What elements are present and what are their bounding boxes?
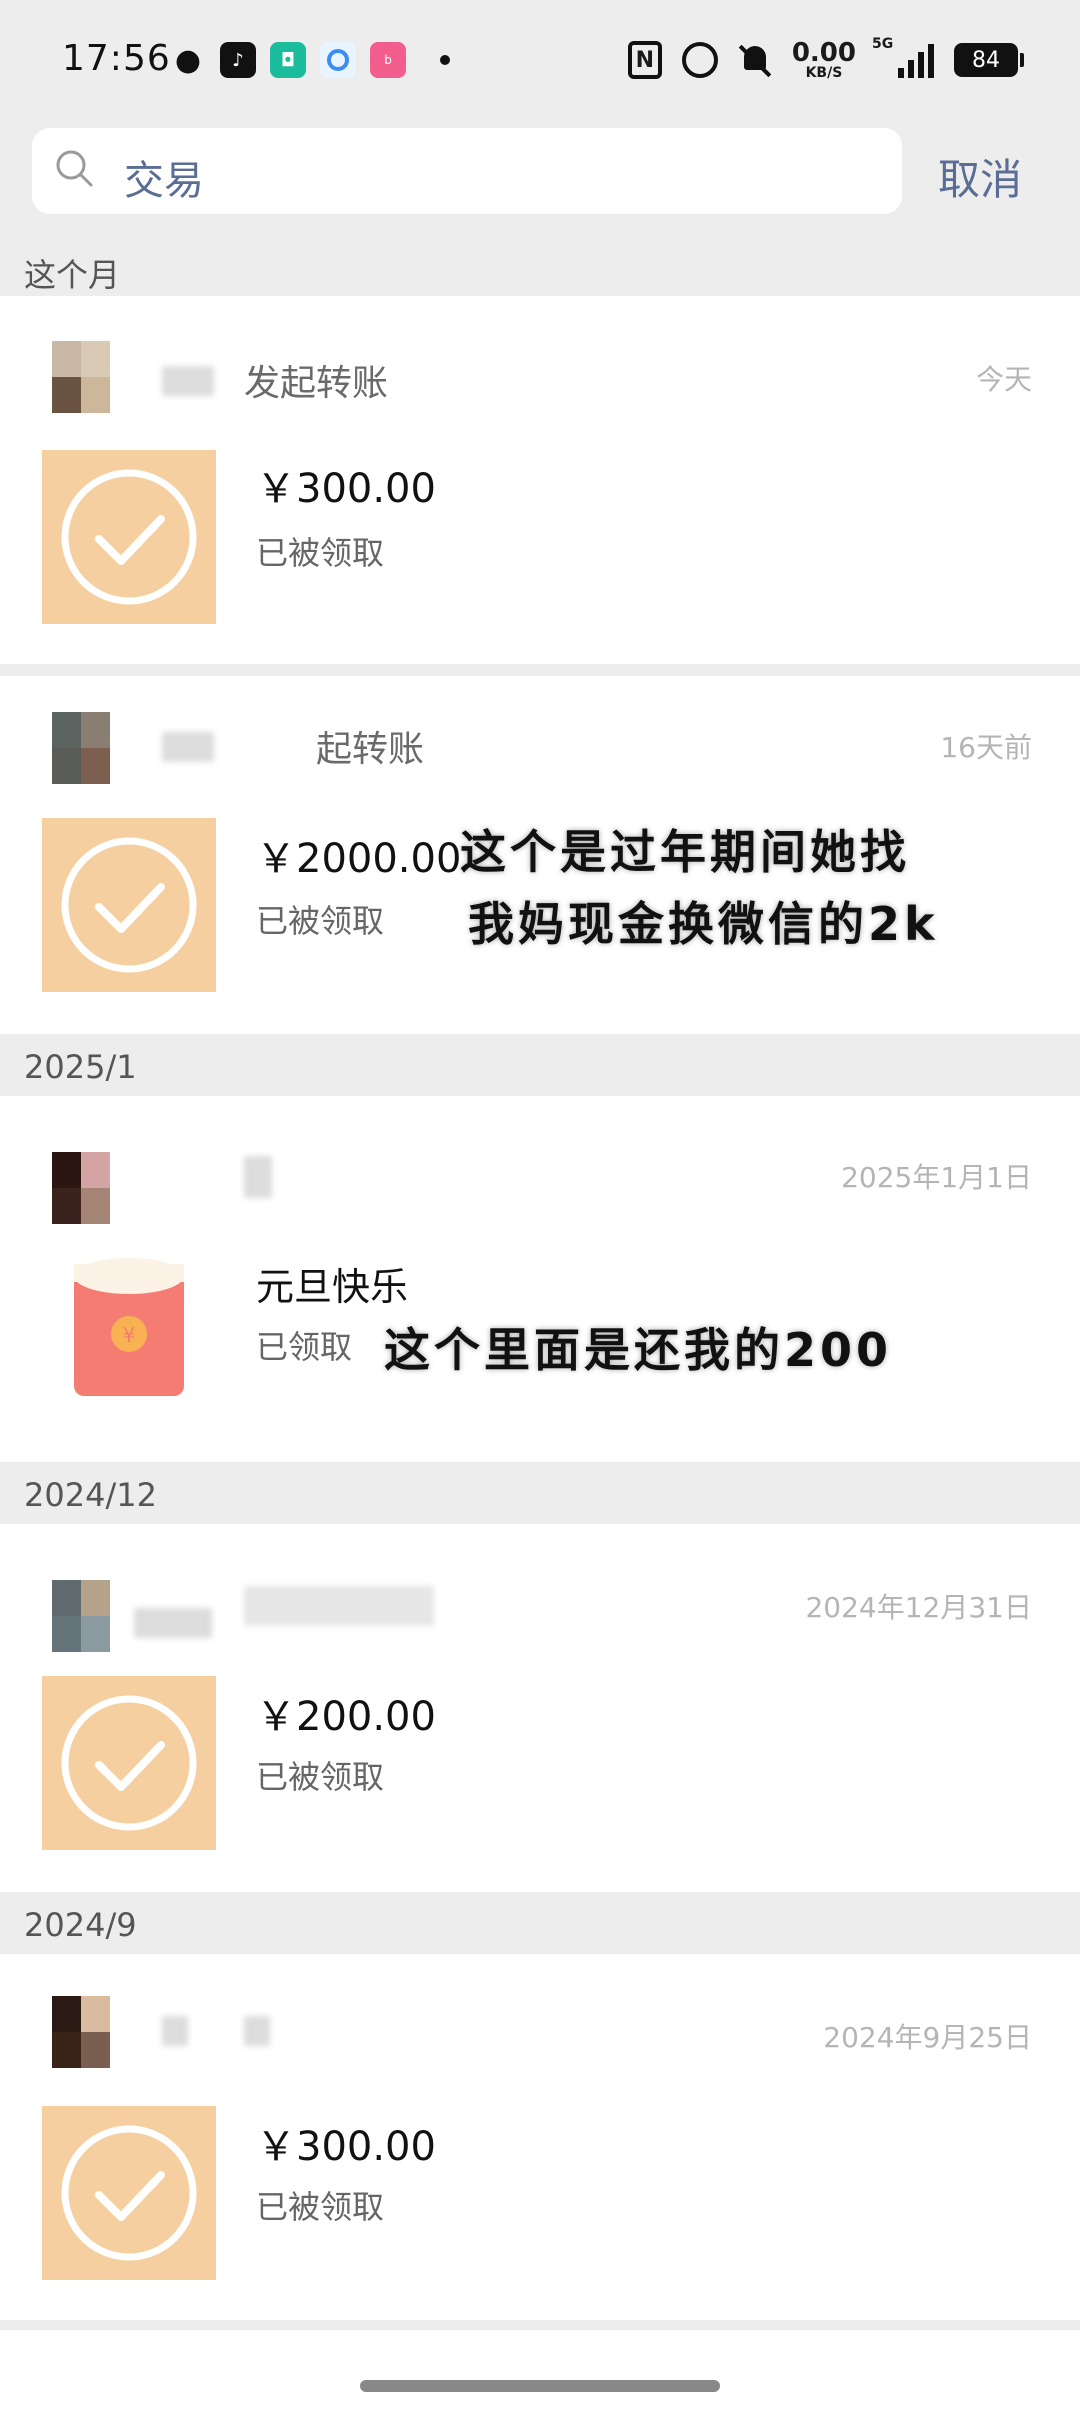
status-bar: 17:56 ● ♪ ◘ b N 0.00 KB/S 5G 84 (0, 0, 1080, 120)
amount: ￥200.00 (256, 1694, 436, 1740)
contact-name (162, 2016, 188, 2046)
contact-name (162, 732, 214, 762)
section-header-2024-9: 2024/9 (0, 1892, 1080, 1954)
card-title: 起转账 (316, 729, 425, 770)
alarm-icon (681, 42, 718, 78)
greeting-message: 元旦快乐 (256, 1265, 409, 1309)
network-type: 5G (872, 36, 894, 52)
avatar[interactable] (52, 1996, 110, 2068)
tiktok-icon: ♪ (220, 42, 256, 78)
section-label: 2024/9 (24, 1906, 137, 1944)
search-icon (56, 150, 93, 187)
battery-icon: 84 (954, 43, 1024, 77)
transaction-card[interactable]: 发起转账 今天 ￥300.00 已被领取 (0, 296, 1080, 664)
notification-icons: ● ♪ ◘ b (170, 42, 450, 78)
card-title-redacted (244, 1586, 434, 1626)
transfer-received-icon (42, 1676, 216, 1850)
network-speed-value: 0.00 (791, 38, 856, 68)
transaction-card[interactable]: 2024年12月31日 ￥200.00 已被领取 (0, 1524, 1080, 1892)
section-header-this-month: 这个月 (0, 240, 1080, 296)
avatar[interactable] (52, 1580, 110, 1652)
card-date: 今天 (975, 363, 1032, 396)
status-text: 已被领取 (256, 2188, 385, 2226)
card-title: 发起转账 (244, 363, 389, 404)
section-label: 2024/12 (24, 1476, 157, 1514)
section-header-2024-12: 2024/12 (0, 1462, 1080, 1524)
transfer-received-icon (42, 2106, 216, 2280)
qq-browser-icon (320, 42, 356, 78)
contact-name (162, 366, 214, 396)
contact-name (134, 1608, 212, 1638)
handwritten-note: 这个是过年期间她找 (460, 825, 910, 879)
card-date: 16天前 (940, 731, 1032, 764)
mi-home-icon: ◘ (270, 42, 306, 78)
amount: ￥300.00 (256, 2124, 436, 2170)
transaction-card-partial[interactable] (0, 2330, 1080, 2412)
svg-text:¥: ¥ (123, 1323, 136, 1347)
handwritten-note: 我妈现金换微信的2k (468, 897, 939, 951)
card-date: 2024年9月25日 (823, 2021, 1032, 2054)
status-text: 已被领取 (256, 534, 385, 572)
search-query: 交易 (124, 158, 204, 204)
divider (0, 664, 1080, 676)
section-label: 这个月 (24, 256, 121, 294)
red-packet-card[interactable]: 2025年1月1日 ¥ 元旦快乐 已领取 这个里面是还我的200 (0, 1096, 1080, 1462)
amount: ￥300.00 (256, 466, 436, 512)
nfc-icon: N (627, 41, 662, 79)
wechat-icon: ● (174, 42, 202, 78)
battery-level: 84 (972, 47, 1000, 73)
status-text: 已被领取 (256, 902, 385, 940)
transfer-received-icon (42, 450, 216, 624)
mute-bell-icon (738, 42, 772, 78)
more-notifications-dot (440, 55, 450, 65)
amount: ￥2000.00 (256, 836, 462, 882)
card-title-redacted (244, 2016, 270, 2046)
network-speed-unit: KB/S (805, 65, 843, 81)
avatar[interactable] (52, 712, 110, 784)
home-indicator[interactable] (360, 2380, 720, 2392)
status-text: 已领取 (256, 1328, 353, 1366)
contact-name (244, 1156, 272, 1198)
bilibili-icon: b (370, 42, 406, 78)
network-speed: 0.00 KB/S (792, 40, 856, 80)
section-label: 2025/1 (24, 1048, 137, 1086)
avatar[interactable] (52, 341, 110, 413)
transaction-card[interactable]: 2024年9月25日 ￥300.00 已被领取 (0, 1954, 1080, 2320)
card-date: 2025年1月1日 (841, 1161, 1032, 1194)
search-input[interactable]: 交易 (32, 128, 902, 214)
signal-icon: 5G (872, 36, 934, 78)
section-header-2025-1: 2025/1 (0, 1034, 1080, 1096)
card-date: 2024年12月31日 (805, 1591, 1032, 1624)
cancel-button[interactable]: 取消 (938, 146, 1022, 207)
avatar[interactable] (52, 1152, 110, 1224)
status-text: 已被领取 (256, 1758, 385, 1796)
transfer-received-icon (42, 818, 216, 992)
status-indicators: N 0.00 KB/S 5G 84 (627, 36, 1024, 80)
red-packet-icon: ¥ (74, 1258, 184, 1396)
transaction-card[interactable]: 起转账 16天前 ￥2000.00 已被领取 这个是过年期间她找 我妈现金换微信… (0, 676, 1080, 1034)
status-time: 17:56 (62, 38, 171, 79)
handwritten-note: 这个里面是还我的200 (384, 1323, 893, 1377)
